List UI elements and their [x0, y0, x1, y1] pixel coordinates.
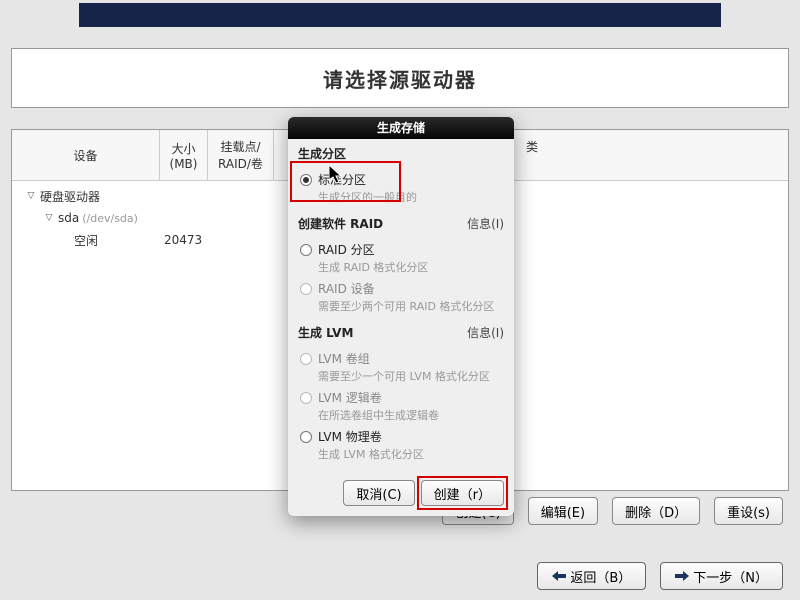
- section-lvm: 生成 LVM 信息(I): [298, 324, 504, 341]
- radio-standard-partition[interactable]: 标准分区: [298, 168, 504, 189]
- disk-path: (/dev/sda): [82, 212, 138, 225]
- delete-button[interactable]: 删除（D）: [612, 497, 700, 525]
- root-label: 硬盘驱动器: [40, 188, 100, 205]
- section-raid: 创建软件 RAID 信息(I): [298, 215, 504, 232]
- expand-icon[interactable]: ▽: [40, 213, 58, 223]
- radio-icon: [300, 431, 312, 443]
- expand-icon[interactable]: ▽: [22, 191, 40, 201]
- dialog-title: 生成存储: [288, 117, 514, 139]
- col-mount[interactable]: 挂载点/ RAID/卷: [208, 130, 274, 180]
- dialog-actions: 取消(C) 创建（r）: [288, 472, 514, 516]
- arrow-right-icon: [675, 571, 689, 581]
- lvm-vg-sub: 需要至少一个可用 LVM 格式化分区: [298, 368, 504, 384]
- section-partition: 生成分区: [298, 145, 504, 162]
- standard-sub: 生成分区的一般目的: [298, 189, 504, 205]
- title-panel: 请选择源驱动器: [11, 48, 789, 108]
- radio-raid-partition[interactable]: RAID 分区: [298, 238, 504, 259]
- radio-raid-device: RAID 设备: [298, 277, 504, 298]
- radio-icon: [300, 392, 312, 404]
- col-device[interactable]: 设备: [12, 130, 160, 180]
- dialog-cancel-button[interactable]: 取消(C): [343, 480, 414, 506]
- col-size[interactable]: 大小 (MB): [160, 130, 208, 180]
- radio-icon: [300, 283, 312, 295]
- top-banner: [79, 3, 721, 27]
- raid-info[interactable]: 信息(I): [467, 215, 504, 232]
- raid-part-sub: 生成 RAID 格式化分区: [298, 259, 504, 275]
- dialog-create-button[interactable]: 创建（r）: [421, 480, 504, 506]
- radio-lvm-vg: LVM 卷组: [298, 347, 504, 368]
- radio-lvm-pv[interactable]: LVM 物理卷: [298, 425, 504, 446]
- radio-icon: [300, 174, 312, 186]
- disk-label: sda: [58, 211, 79, 225]
- free-label: 空闲: [74, 232, 98, 249]
- nav-actions: 返回（B） 下一步（N）: [11, 562, 789, 590]
- radio-icon: [300, 353, 312, 365]
- next-button[interactable]: 下一步（N）: [660, 562, 783, 590]
- free-size: 20473: [160, 233, 208, 247]
- reset-button[interactable]: 重设(s): [714, 497, 783, 525]
- page-title: 请选择源驱动器: [323, 64, 477, 93]
- back-button[interactable]: 返回（B）: [537, 562, 646, 590]
- create-storage-dialog: 生成存储 生成分区 标准分区 生成分区的一般目的 创建软件 RAID 信息(I)…: [288, 117, 514, 516]
- radio-lvm-lv: LVM 逻辑卷: [298, 386, 504, 407]
- radio-icon: [300, 244, 312, 256]
- lvm-info[interactable]: 信息(I): [467, 324, 504, 341]
- arrow-left-icon: [552, 571, 566, 581]
- edit-button[interactable]: 编辑(E): [528, 497, 598, 525]
- dialog-body: 生成分区 标准分区 生成分区的一般目的 创建软件 RAID 信息(I) RAID…: [288, 139, 514, 472]
- raid-dev-sub: 需要至少两个可用 RAID 格式化分区: [298, 298, 504, 314]
- lvm-pv-sub: 生成 LVM 格式化分区: [298, 446, 504, 462]
- lvm-lv-sub: 在所选卷组中生成逻辑卷: [298, 407, 504, 423]
